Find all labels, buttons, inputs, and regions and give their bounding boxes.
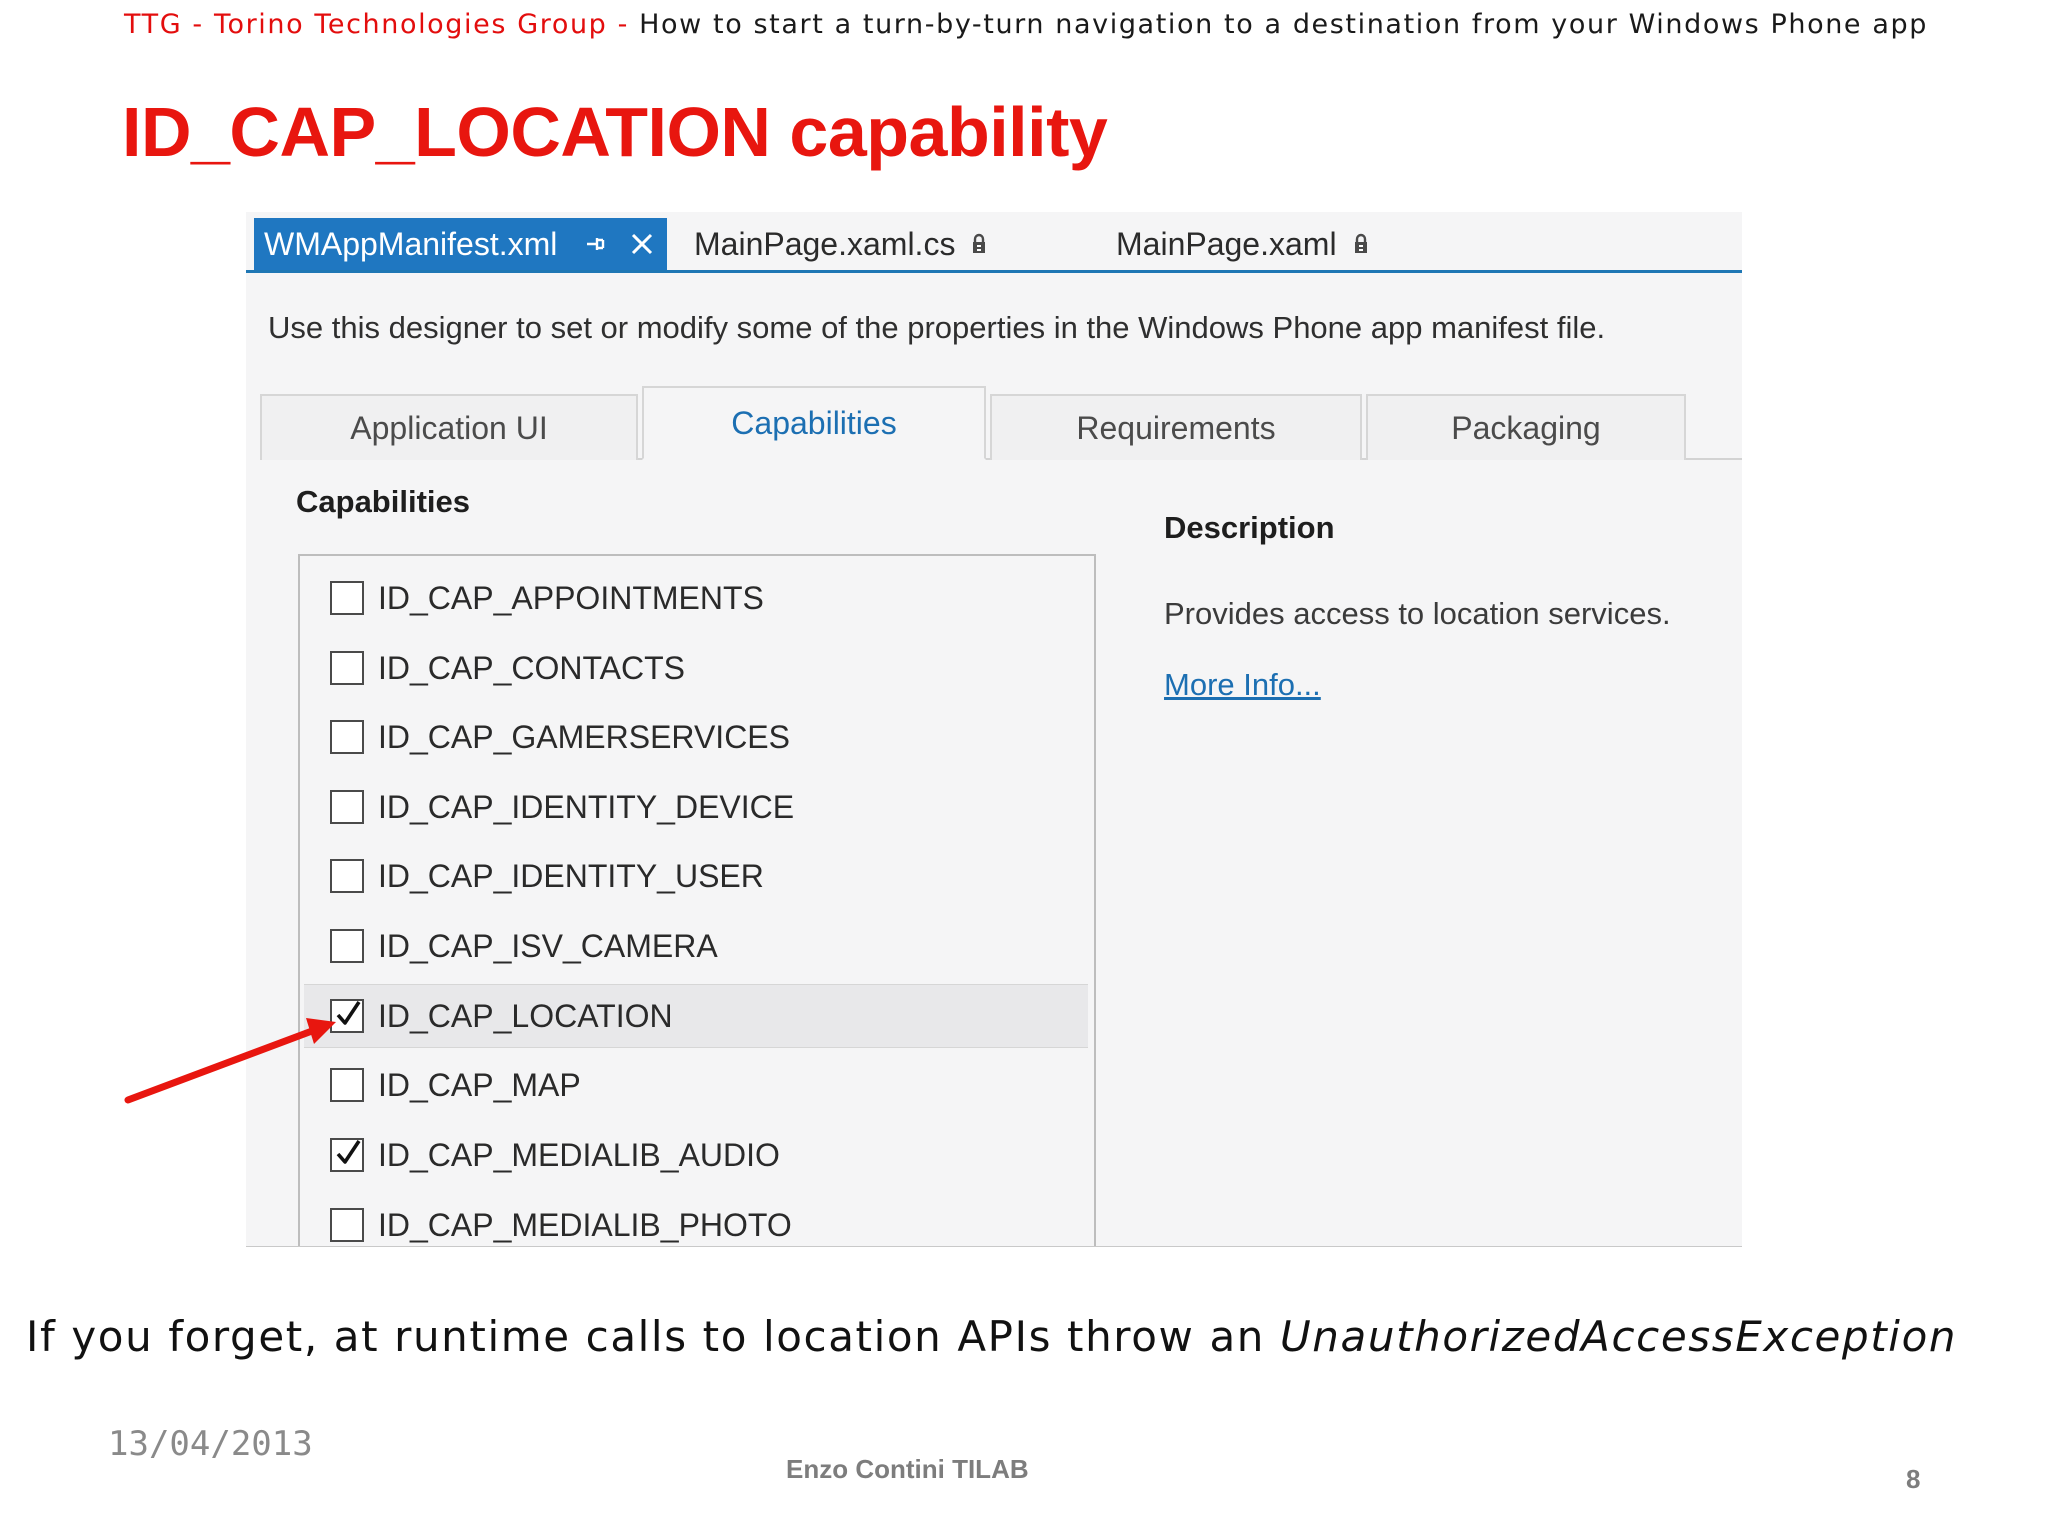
capability-checkbox-checked[interactable] [330,999,364,1033]
capability-item[interactable]: ID_CAP_MEDIALIB_PHOTO [304,1193,1088,1246]
tab-capabilities[interactable]: Capabilities [642,386,986,460]
capability-item[interactable]: ID_CAP_IDENTITY_DEVICE [304,775,1088,839]
capability-checkbox[interactable] [330,1068,364,1102]
description-text: Provides access to location services. [1164,596,1671,631]
capability-checkbox[interactable] [330,581,364,615]
capability-label: ID_CAP_IDENTITY_DEVICE [378,788,795,825]
capability-label: ID_CAP_MEDIALIB_AUDIO [378,1136,780,1173]
header-organization: TTG - Torino Technologies Group [124,9,608,40]
footer-author: Enzo Contini TILAB [786,1454,1029,1484]
capability-label: ID_CAP_CONTACTS [378,649,686,686]
designer-description: Use this designer to set or modify some … [268,310,1606,345]
capability-label: ID_CAP_IDENTITY_USER [378,857,764,894]
more-info-link[interactable]: More Info... [1164,667,1321,703]
footer-date: 13/04/2013 [108,1424,313,1464]
manifest-designer-panel: WMAppManifest.xml MainPage.xaml.cs MainP… [246,212,1742,1247]
tab-requirements[interactable]: Requirements [990,394,1362,460]
doc-tab-mainpage-xaml[interactable]: MainPage.xaml [1116,218,1369,270]
header-topic: How to start a turn-by-turn navigation t… [639,9,1928,40]
capability-label: ID_CAP_MEDIALIB_PHOTO [378,1206,792,1243]
doc-tab-mainpage-xaml-cs[interactable]: MainPage.xaml.cs [694,218,987,270]
slide-title: ID_CAP_LOCATION capability [122,93,1108,171]
close-icon[interactable] [629,231,655,257]
doc-tab-label: WMAppManifest.xml [264,225,558,262]
tab-packaging[interactable]: Packaging [1366,394,1686,460]
capability-checkbox[interactable] [330,720,364,754]
pin-icon[interactable] [583,232,607,256]
capability-item[interactable]: ID_CAP_MAP [304,1053,1088,1117]
capability-checkbox[interactable] [330,929,364,963]
capabilities-list[interactable]: ID_CAP_APPOINTMENTS ID_CAP_CONTACTS ID_C… [298,554,1096,1246]
capability-item[interactable]: ID_CAP_IDENTITY_USER [304,844,1088,908]
document-tab-strip: WMAppManifest.xml MainPage.xaml.cs MainP… [246,218,1742,273]
capability-label: ID_CAP_GAMERSERVICES [378,718,790,755]
property-tab-strip: Application UI Capabilities Requirements… [260,386,1742,460]
exception-name: UnauthorizedAccessException [1279,1312,1958,1361]
lock-icon [971,233,987,255]
page-number: 8 [1906,1464,1921,1494]
capability-checkbox[interactable] [330,651,364,685]
capability-label: ID_CAP_LOCATION [378,997,673,1034]
header-separator: - [607,9,640,40]
capability-item[interactable]: ID_CAP_CONTACTS [304,636,1088,700]
capability-item[interactable]: ID_CAP_ISV_CAMERA [304,914,1088,978]
description-heading: Description [1164,510,1335,545]
checkmark-icon [336,1140,361,1164]
capability-item[interactable]: ID_CAP_GAMERSERVICES [304,705,1088,769]
capability-item-selected[interactable]: ID_CAP_LOCATION [304,984,1088,1048]
capability-label: ID_CAP_ISV_CAMERA [378,927,718,964]
slide-header: TTG - Torino Technologies Group - How to… [124,9,1928,40]
capabilities-heading: Capabilities [296,484,470,519]
capability-label: ID_CAP_MAP [378,1066,581,1103]
tab-application-ui[interactable]: Application UI [260,394,638,460]
capability-checkbox[interactable] [330,859,364,893]
capability-label: ID_CAP_APPOINTMENTS [378,579,764,616]
capability-checkbox[interactable] [330,790,364,824]
footnote-text: If you forget, at runtime calls to locat… [26,1312,1280,1361]
doc-tab-label: MainPage.xaml [1116,225,1337,262]
capability-item[interactable]: ID_CAP_APPOINTMENTS [304,566,1088,630]
capability-checkbox-checked[interactable] [330,1138,364,1172]
footnote: If you forget, at runtime calls to locat… [26,1312,1957,1361]
capability-checkbox[interactable] [330,1208,364,1242]
doc-tab-wmappmanifest[interactable]: WMAppManifest.xml [254,218,668,270]
lock-icon [1353,233,1369,255]
capability-item[interactable]: ID_CAP_MEDIALIB_AUDIO [304,1123,1088,1187]
checkmark-icon [336,1001,361,1025]
doc-tab-label: MainPage.xaml.cs [694,225,956,262]
